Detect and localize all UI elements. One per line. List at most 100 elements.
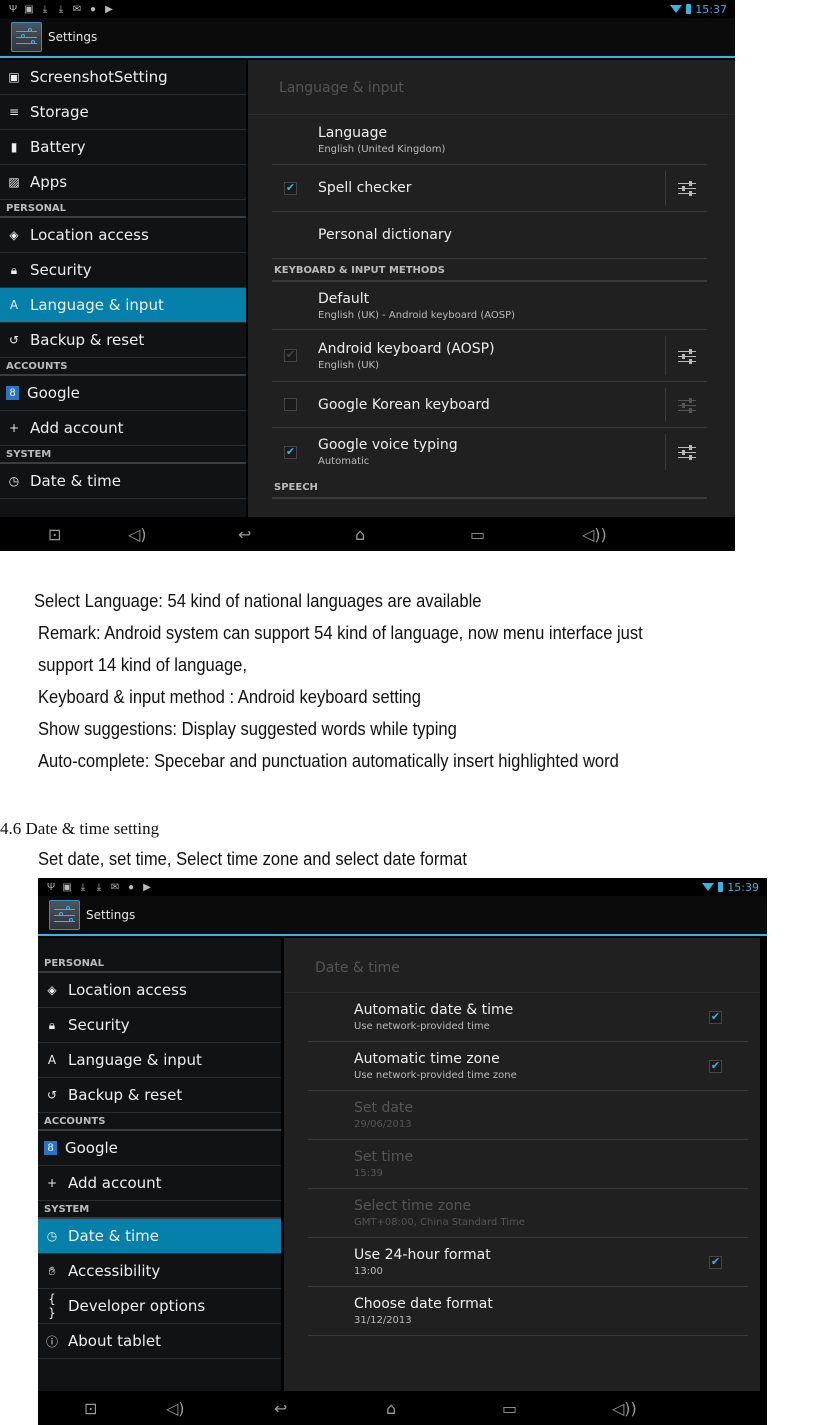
sidebar-item-label: Developer options [68, 1297, 206, 1315]
sidebar-item-backup-reset[interactable]: ↺ Backup & reset [38, 1078, 281, 1113]
pref-title: Choose date format [354, 1296, 493, 1312]
language-input-panel: Language & input Language English (Unite… [248, 60, 735, 517]
pref-title: Android keyboard (AOSP) [318, 340, 495, 357]
sidebar-item-label: Add account [30, 419, 124, 437]
sidebar-item-accessibility[interactable]: ✋︎ Accessibility [38, 1254, 281, 1289]
app-title: Settings [48, 30, 98, 44]
home-icon[interactable]: ⌂ [355, 525, 365, 544]
checkbox[interactable]: ✔ [709, 1059, 722, 1073]
pref-automatic-date-time[interactable]: Automatic date & time Use network-provide… [308, 993, 748, 1042]
pref-title: Google Korean keyboard [318, 396, 490, 413]
panel-title: Language & input [248, 60, 735, 115]
sidebar-item-security[interactable]: 🔒︎ Security [0, 253, 246, 288]
download-icon: ⤓ [42, 3, 48, 15]
pref-select-time-zone: Select time zone GMT+08:00, China Standar… [308, 1189, 748, 1238]
pref-automatic-time-zone[interactable]: Automatic time zone Use network-provided … [308, 1042, 748, 1091]
clock-icon: ◷ [8, 474, 20, 488]
volume-down-icon[interactable]: ◁) [128, 525, 147, 544]
wifi-icon [670, 5, 683, 13]
sidebar-item-label: Security [30, 261, 92, 279]
home-icon[interactable]: ⌂ [386, 1399, 396, 1418]
checkbox[interactable]: ✔ [709, 1255, 722, 1269]
pref-title: Spell checker [318, 180, 412, 196]
spell-checker-settings-button[interactable] [665, 171, 707, 205]
category-speech: SPEECH [272, 476, 707, 499]
pref-title: Default [318, 290, 370, 307]
sidebar-item-add-account[interactable]: + Add account [38, 1166, 281, 1201]
sliders-icon [677, 397, 696, 413]
pref-summary: 13:00 [354, 1266, 383, 1277]
sidebar-item-storage[interactable]: ≡ Storage [0, 95, 246, 130]
download-icon: ⤓ [96, 881, 102, 893]
sidebar-item-add-account[interactable]: + Add account [0, 411, 246, 446]
gmail-icon: ✉ [110, 881, 120, 893]
personal-dictionary-pref[interactable]: Personal dictionary [272, 212, 707, 259]
sidebar-item-language-input[interactable]: A Language & input [38, 1043, 281, 1078]
korean-keyboard-settings-button [665, 388, 707, 421]
sidebar-item-label: Backup & reset [68, 1086, 183, 1104]
settings-app-icon[interactable] [49, 900, 80, 930]
volume-down-icon[interactable]: ◁) [166, 1399, 185, 1418]
sidebar-item-location-access[interactable]: ◈ Location access [0, 218, 246, 253]
voice-typing-pref[interactable]: ✔ Google voice typing Automatic [272, 428, 707, 476]
korean-keyboard-pref[interactable]: Google Korean keyboard [272, 382, 707, 428]
pref-summary: Use network-provided time zone [354, 1070, 517, 1081]
sliders-icon [677, 445, 696, 460]
sidebar-item-developer-options[interactable]: { } Developer options [38, 1289, 281, 1324]
settings-app-icon[interactable] [11, 22, 42, 52]
sidebar-item-about-tablet[interactable]: ⓘ About tablet [38, 1324, 281, 1359]
sidebar-item-label: About tablet [68, 1332, 161, 1350]
screenshot-icon[interactable]: ⊡ [84, 1399, 97, 1418]
sidebar-item-battery[interactable]: ▮ Battery [0, 130, 246, 165]
sidebar-item-google[interactable]: 8 Google [38, 1131, 281, 1166]
sidebar-item-location-access[interactable]: ◈ Location access [38, 973, 281, 1008]
doc-line-remark-cont: support 14 kind of language, [38, 655, 247, 675]
checkbox[interactable]: ✔ [709, 1010, 722, 1024]
spell-checker-checkbox[interactable]: ✔ [284, 181, 297, 195]
sidebar-item-language-input[interactable]: A Language & input [0, 288, 246, 323]
camera-icon: ▣ [8, 70, 20, 84]
spell-checker-pref[interactable]: ✔ Spell checker [272, 165, 707, 212]
sidebar-header-personal: PERSONAL [0, 200, 246, 218]
korean-keyboard-checkbox[interactable] [284, 398, 297, 411]
pref-use-24-hour-format[interactable]: Use 24-hour format 13:00 ✔ [308, 1238, 748, 1287]
plus-icon: + [8, 421, 20, 435]
storage-icon: ≡ [8, 105, 20, 119]
volume-up-icon[interactable]: ◁)) [582, 525, 607, 544]
sidebar-item-date-time[interactable]: ◷ Date & time [38, 1219, 281, 1254]
sidebar-item-screenshotsetting[interactable]: ▣ ScreenshotSetting [0, 60, 246, 95]
battery-icon: ▮ [10, 140, 18, 154]
back-icon[interactable]: ↩ [274, 1399, 287, 1418]
clock-icon: ◷ [46, 1229, 58, 1243]
image-icon: ▣ [62, 881, 72, 893]
settings-sidebar: PERSONAL ◈ Location access 🔒︎ Security A Langu… [38, 938, 281, 1391]
backup-icon: ↺ [8, 333, 20, 347]
voice-typing-settings-button[interactable] [665, 434, 707, 470]
pref-choose-date-format[interactable]: Choose date format 31/12/2013 [308, 1287, 748, 1336]
download-icon: ⤓ [58, 3, 64, 15]
plus-icon: + [46, 1176, 58, 1190]
language-pref[interactable]: Language English (United Kingdom) [272, 115, 707, 165]
sidebar-item-date-time[interactable]: ◷ Date & time [0, 464, 246, 499]
voice-typing-checkbox[interactable]: ✔ [284, 445, 297, 459]
download-icon: ⤓ [80, 881, 86, 893]
recent-apps-icon[interactable]: ▭ [502, 1399, 517, 1418]
pref-title: Select time zone [354, 1198, 472, 1214]
back-icon[interactable]: ↩ [238, 525, 251, 544]
recent-apps-icon[interactable]: ▭ [470, 525, 485, 544]
screenshot-icon[interactable]: ⊡ [48, 525, 61, 544]
sidebar-item-label: Language & input [68, 1051, 202, 1069]
sidebar-item-label: Language & input [30, 296, 164, 314]
android-keyboard-settings-button[interactable] [665, 336, 707, 375]
sidebar-item-apps[interactable]: ▨ Apps [0, 165, 246, 200]
sidebar-item-security[interactable]: 🔒︎ Security [38, 1008, 281, 1043]
pref-title: Automatic time zone [354, 1051, 500, 1067]
volume-up-icon[interactable]: ◁)) [612, 1399, 637, 1418]
apps-icon: ▨ [8, 175, 20, 189]
sidebar-item-label: Security [68, 1016, 130, 1034]
sidebar-item-label: ScreenshotSetting [30, 68, 168, 86]
sidebar-item-google[interactable]: 8 Google [0, 376, 246, 411]
android-keyboard-pref[interactable]: ✔ Android keyboard (AOSP) English (UK) [272, 330, 707, 382]
default-keyboard-pref[interactable]: Default English (UK) - Android keyboard … [272, 282, 707, 330]
sidebar-item-backup-reset[interactable]: ↺ Backup & reset [0, 323, 246, 358]
